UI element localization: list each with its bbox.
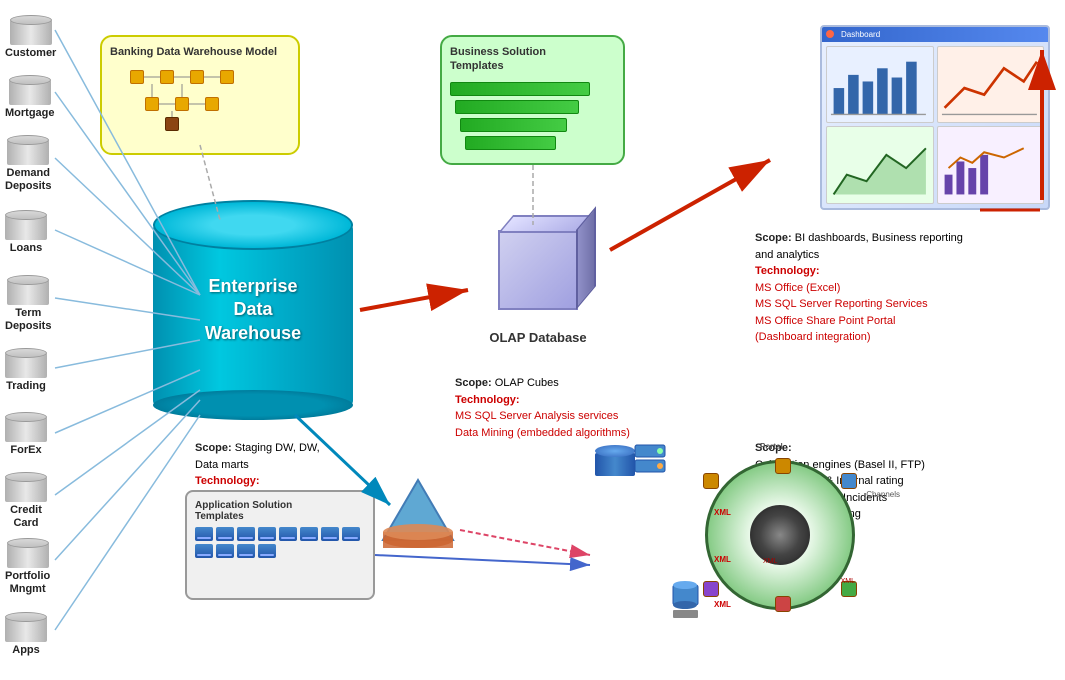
server-icon-bottom (668, 580, 703, 628)
datasource-other-apps: Apps (5, 612, 47, 657)
etl-shape (378, 475, 458, 555)
ast-box: Application SolutionTemplates (185, 490, 375, 600)
scope-olap: Scope: OLAP Cubes Technology: MS SQL Ser… (455, 375, 630, 441)
xml-label-1: XML (714, 508, 731, 517)
datasource-loans: Loans (5, 210, 47, 255)
datasource-trading: Trading (5, 348, 47, 393)
scope-bi: Scope: BI dashboards, Business reporting… (755, 230, 963, 346)
datasource-credit-card: CreditCard (5, 472, 47, 530)
datasource-customer: Customer (5, 15, 56, 60)
xml-label-2: XML (714, 555, 731, 564)
olap-container: OLAP Database (468, 215, 608, 375)
small-database (595, 445, 635, 481)
dashboard-screenshot: Dashboard (820, 25, 1050, 210)
integration-diagram: Portal Channels XML XML (705, 460, 865, 620)
xml-label-3: XML (714, 600, 731, 609)
edw-container: Enterprise Data Warehouse (148, 200, 358, 430)
banking-box: Banking Data Warehouse Model (100, 35, 300, 155)
portal-icon (630, 440, 670, 493)
datasource-demand-deposits: DemandDeposits (5, 135, 51, 193)
datasource-portfolio: PortfolioMngmt (5, 538, 50, 596)
datasource-forex: ForEx (5, 412, 47, 457)
datasource-term-deposits: TermDeposits (5, 275, 51, 333)
bst-box: Business SolutionTemplates (440, 35, 625, 165)
diagram-container: Customer Mortgage DemandDeposits Loans T… (0, 0, 1065, 680)
datasource-mortgage: Mortgage (5, 75, 55, 120)
